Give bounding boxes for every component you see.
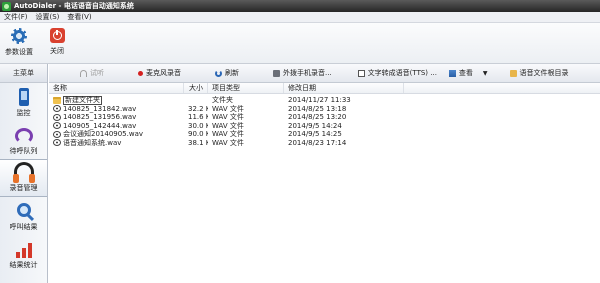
file-date: 2014/8/25 13:18 — [288, 104, 347, 113]
file-name: 语音通知系统.wav — [63, 138, 122, 147]
listen-label: 试听 — [90, 69, 104, 77]
sidebar-item-label: 呼叫结果 — [9, 223, 38, 231]
window-title: AutoDialer - 电话语音自动通知系统 — [14, 2, 134, 10]
settings-label: 参数设置 — [5, 48, 33, 56]
main-toolbar: 参数设置 关闭 — [0, 23, 600, 64]
audio-file-icon — [53, 122, 61, 130]
menu-file[interactable]: 文件(F) — [0, 12, 32, 22]
refresh-label: 刷新 — [225, 69, 239, 77]
menu-view[interactable]: 查看(V) — [63, 12, 95, 22]
sidebar-item-recordings[interactable]: 录音管理 — [0, 159, 47, 197]
close-button[interactable]: 关闭 — [38, 23, 76, 63]
column-type[interactable]: 项目类型 — [208, 83, 284, 93]
sidebar-item-label: 监控 — [16, 109, 31, 117]
sidebar-item-statistics[interactable]: 结果统计 — [0, 235, 47, 273]
audio-file-icon — [53, 130, 61, 138]
column-size[interactable]: 大小 — [184, 83, 208, 93]
file-name: 140825_131842.wav — [63, 104, 137, 113]
file-size: 90.0 KB — [188, 130, 208, 138]
table-row[interactable]: 新建文件夹 文件夹 2014/11/27 11:33 — [49, 95, 600, 105]
file-name: 140905_142444.wav — [63, 121, 137, 130]
file-type: WAV 文件 — [212, 130, 244, 138]
file-type: WAV 文件 — [212, 138, 244, 147]
menu-bar: 文件(F) 设置(S) 查看(V) — [0, 12, 600, 23]
file-size: 32.2 KB — [188, 104, 208, 113]
table-row[interactable]: 会议通知20140905.wav 90.0 KB WAV 文件 2014/9/5… — [49, 130, 600, 139]
refresh-icon — [215, 69, 222, 77]
sidebar-item-label: 待呼队列 — [9, 147, 38, 155]
phone-record-label: 外拨手机录音... — [283, 69, 332, 77]
mic-record-button[interactable]: 麦克风录音 — [138, 66, 181, 81]
file-size: 30.0 KB — [188, 121, 208, 130]
phone-record-button[interactable]: 外拨手机录音... — [273, 66, 332, 81]
file-type: WAV 文件 — [212, 104, 244, 113]
root-dir-label: 语音文件根目录 — [519, 69, 569, 77]
audio-file-icon — [53, 105, 61, 113]
file-date: 2014/8/25 13:20 — [288, 113, 347, 121]
column-date[interactable]: 修改日期 — [284, 83, 404, 93]
file-type: WAV 文件 — [212, 121, 244, 130]
settings-button[interactable]: 参数设置 — [0, 23, 38, 63]
table-row[interactable]: 140905_142444.wav 30.0 KB WAV 文件 2014/9/… — [49, 122, 600, 131]
phone-app-icon — [2, 1, 11, 11]
table-row[interactable]: 140825_131842.wav 32.2 KB WAV 文件 2014/8/… — [49, 105, 600, 114]
sidebar-item-queue[interactable]: 待呼队列 — [0, 121, 47, 159]
folder-icon — [509, 69, 517, 77]
folder-icon — [53, 96, 61, 104]
view-label: 查看 — [458, 69, 473, 77]
audio-file-icon — [53, 139, 61, 147]
mic-record-label: 麦克风录音 — [146, 69, 181, 77]
chevron-down-icon: ▼ — [482, 69, 488, 77]
sidebar-item-label: 录音管理 — [9, 184, 38, 192]
view-icon — [448, 69, 456, 77]
file-type: WAV 文件 — [212, 113, 244, 121]
root-dir-button[interactable]: 语音文件根目录 — [509, 66, 569, 81]
table-header: 名称 大小 项目类型 修改日期 — [49, 83, 600, 94]
tts-label: 文字转成语音(TTS) ... — [367, 69, 437, 77]
file-name: 会议通知20140905.wav — [63, 130, 144, 138]
monitor-icon — [18, 88, 29, 106]
rename-input[interactable]: 新建文件夹 — [63, 95, 102, 105]
headset-icon — [12, 162, 35, 183]
audio-file-icon — [53, 113, 61, 121]
stats-icon — [15, 242, 33, 258]
file-date: 2014/8/23 17:14 — [288, 138, 347, 147]
file-name: 140825_131956.wav — [63, 113, 137, 121]
phone-queue-icon — [14, 128, 33, 144]
sidebar: 主菜单 监控 待呼队列 录音管理 呼叫结果 结果统计 — [0, 64, 48, 283]
tts-button[interactable]: 文字转成语音(TTS) ... — [357, 66, 437, 81]
table-row[interactable]: 140825_131956.wav 11.6 KB WAV 文件 2014/8/… — [49, 113, 600, 122]
file-date: 2014/9/5 14:25 — [288, 130, 342, 138]
sidebar-item-call-results[interactable]: 呼叫结果 — [0, 197, 47, 235]
sidebar-item-label: 结果统计 — [9, 261, 38, 269]
headphone-icon — [80, 69, 87, 77]
table-row[interactable]: 语音通知系统.wav 38.1 KB WAV 文件 2014/8/23 17:1… — [49, 139, 600, 148]
view-dropdown[interactable]: 查看 ▼ — [448, 66, 488, 81]
refresh-button[interactable]: 刷新 — [215, 66, 239, 81]
title-bar[interactable]: AutoDialer - 电话语音自动通知系统 — [0, 0, 600, 12]
file-size: 11.6 KB — [188, 113, 208, 121]
record-dot-icon — [138, 70, 143, 76]
column-name[interactable]: 名称 — [49, 83, 184, 93]
file-date: 2014/11/27 11:33 — [288, 96, 351, 104]
gear-icon — [11, 28, 27, 44]
file-date: 2014/9/5 14:24 — [288, 121, 342, 130]
menu-settings[interactable]: 设置(S) — [32, 12, 64, 22]
file-size: 38.1 KB — [188, 138, 208, 147]
phone-icon — [273, 69, 280, 77]
file-type: 文件夹 — [212, 96, 233, 104]
power-icon — [49, 28, 65, 43]
recording-toolbar: 试听 麦克风录音 刷新 外拨手机录音... 文字转成语音(TTS) ... 查看… — [49, 64, 600, 83]
sidebar-item-monitor[interactable]: 监控 — [0, 83, 47, 121]
listen-button[interactable]: 试听 — [80, 66, 104, 81]
sidebar-header: 主菜单 — [0, 64, 47, 83]
document-icon — [357, 69, 365, 77]
magnifier-icon — [16, 203, 31, 217]
file-list: 名称 大小 项目类型 修改日期 新建文件夹 文件夹 2014/11/27 11:… — [49, 83, 600, 283]
close-label: 关闭 — [50, 47, 64, 55]
